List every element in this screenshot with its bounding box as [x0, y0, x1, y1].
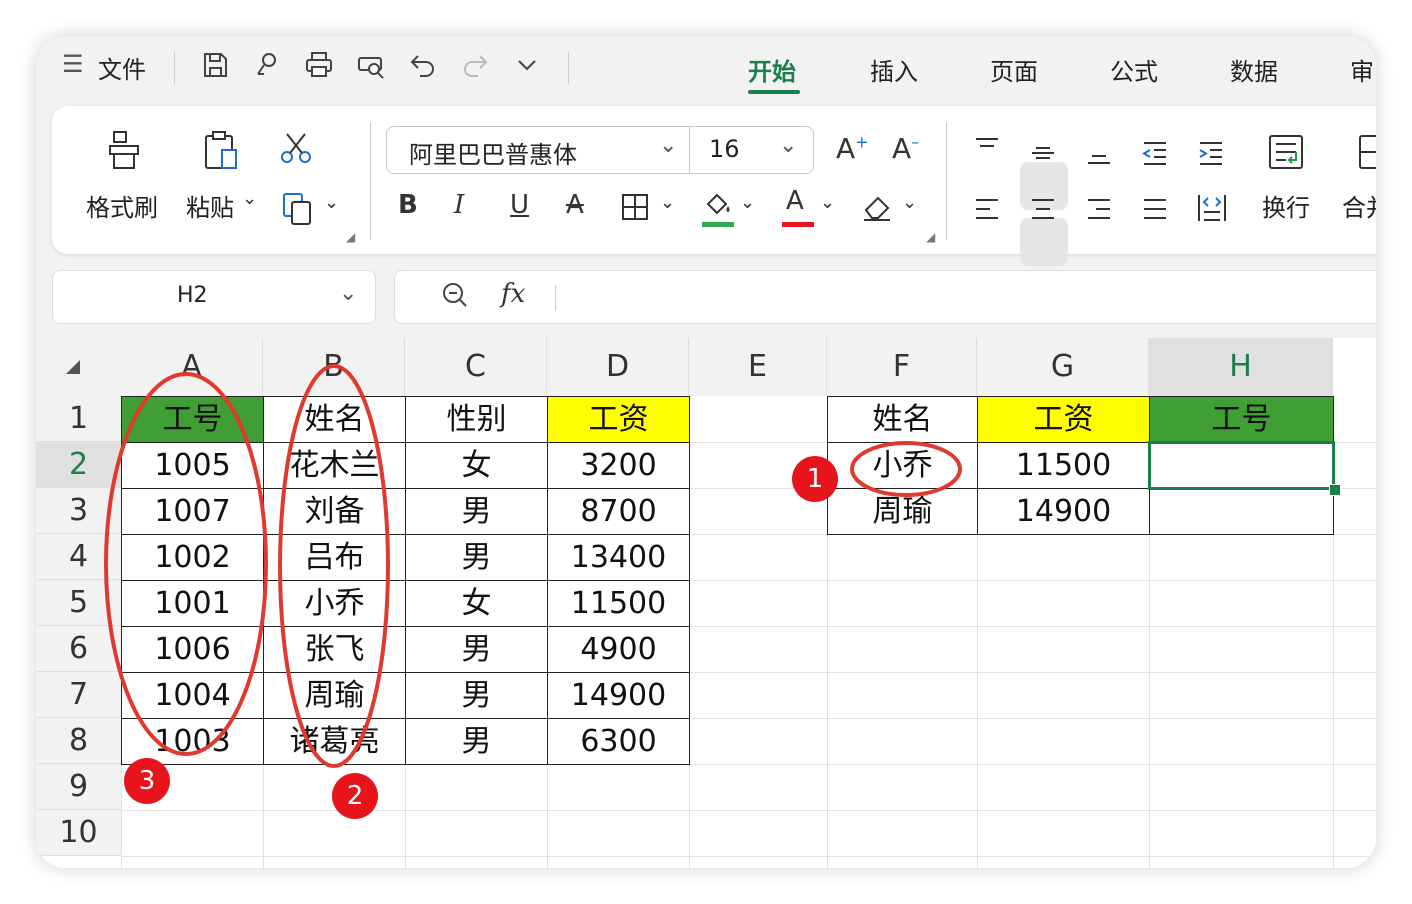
annotation-badge-3: 3 — [124, 758, 170, 804]
annotation-badge-2: 2 — [332, 773, 378, 819]
annotation-badge-1: 1 — [792, 456, 838, 502]
annotation-ellipse-xiaoqiao — [850, 441, 962, 497]
annotation-ellipse-col-a — [104, 372, 268, 756]
annotation-layer — [104, 364, 962, 768]
spreadsheet-window: ☰ 文件 开始 插入 页面 公式 数据 审 格式刷 粘贴 ⌄ ⌄ ◢ 阿里巴巴普… — [36, 36, 1376, 868]
annotation-ellipse-col-b — [278, 364, 390, 768]
